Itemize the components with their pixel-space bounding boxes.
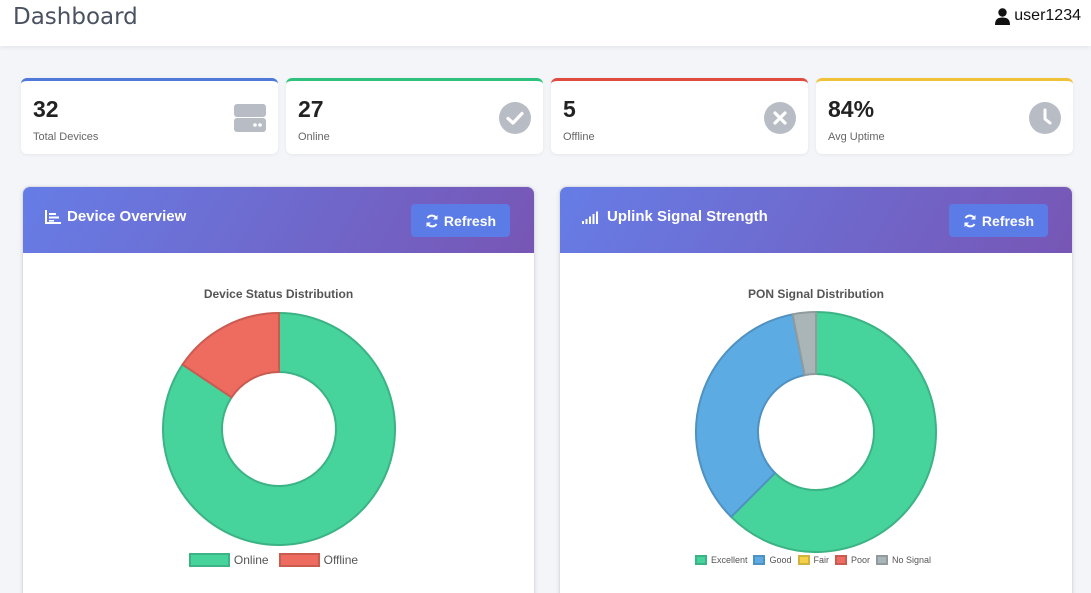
legend-label: Poor [851,555,871,565]
legend-swatch [188,553,230,567]
legend-item-poor[interactable]: Poor [835,555,870,565]
legend-swatch [278,553,320,567]
user-icon [995,7,1011,25]
x-circle-icon [764,102,796,134]
stat-value: 32 [33,96,59,122]
clock-icon [1029,102,1061,134]
legend-swatch [753,555,766,565]
slice-no-signal[interactable] [791,310,817,377]
stat-value: 5 [563,96,576,122]
stat-label: Avg Uptime [828,131,885,143]
stat-value: 27 [298,96,324,122]
card-header: Uplink Signal Strength Refresh [560,187,1072,253]
refresh-button[interactable]: Refresh [949,204,1048,237]
legend-item-good[interactable]: Good [753,555,792,565]
stat-card-total-devices: 32 Total Devices [21,78,278,154]
stat-label: Total Devices [33,131,99,143]
legend-label: Excellent [710,555,748,565]
legend-swatch [797,555,810,565]
legend-label: Offline [323,553,359,567]
card-header: Device Overview Refresh [23,187,534,253]
card-title: Uplink Signal Strength [582,208,768,225]
server-icon [234,104,266,132]
top-bar: Dashboard user1234 [0,0,1091,46]
slice-good[interactable] [695,313,806,519]
slice-excellent[interactable] [729,310,937,553]
legend-item-excellent[interactable]: Excellent [694,555,748,565]
refresh-icon [964,214,976,227]
legend-item-offline[interactable]: Offline [278,553,359,567]
card-title-text: Uplink Signal Strength [607,208,768,225]
bar-chart-icon [45,209,61,224]
chart-legend: Excellent Good Fair Poor No Signal [560,555,1072,565]
stat-value: 84% [828,96,875,122]
signal-icon [582,211,598,224]
slice-offline[interactable] [181,311,280,399]
stat-card-avg-uptime: 84% Avg Uptime [816,78,1073,154]
legend-label: Good [769,555,792,565]
card-title-text: Device Overview [67,208,187,225]
chart-legend: Online Offline [23,553,534,567]
username: user1234 [1014,7,1081,24]
legend-label: Online [233,553,269,567]
page-title: Dashboard [13,4,138,30]
card-title: Device Overview [45,208,186,225]
legend-swatch [876,555,889,565]
legend-item-fair[interactable]: Fair [797,555,830,565]
uplink-signal-card: Uplink Signal Strength Refresh PON Signa… [559,186,1073,593]
legend-swatch [835,555,847,565]
stat-label: Offline [563,131,595,143]
user-menu[interactable]: user1234 [995,7,1081,25]
refresh-label: Refresh [443,212,497,229]
stat-card-offline: 5 Offline [551,78,808,154]
legend-swatch [694,555,707,565]
check-circle-icon [499,102,531,134]
refresh-button[interactable]: Refresh [411,204,510,237]
legend-item-no-signal[interactable]: No Signal [876,555,931,565]
legend-item-online[interactable]: Online [188,553,269,567]
chart-title: PON Signal Distribution [747,287,884,301]
slice-online[interactable] [162,311,396,546]
device-overview-card: Device Overview Refresh Device Status Di… [22,186,535,593]
refresh-label: Refresh [981,212,1035,229]
legend-label: No Signal [892,555,932,565]
stat-card-online: 27 Online [286,78,543,154]
stat-label: Online [298,131,330,143]
refresh-icon [426,214,438,227]
chart-title: Device Status Distribution [203,287,354,301]
legend-label: Fair [813,555,830,565]
